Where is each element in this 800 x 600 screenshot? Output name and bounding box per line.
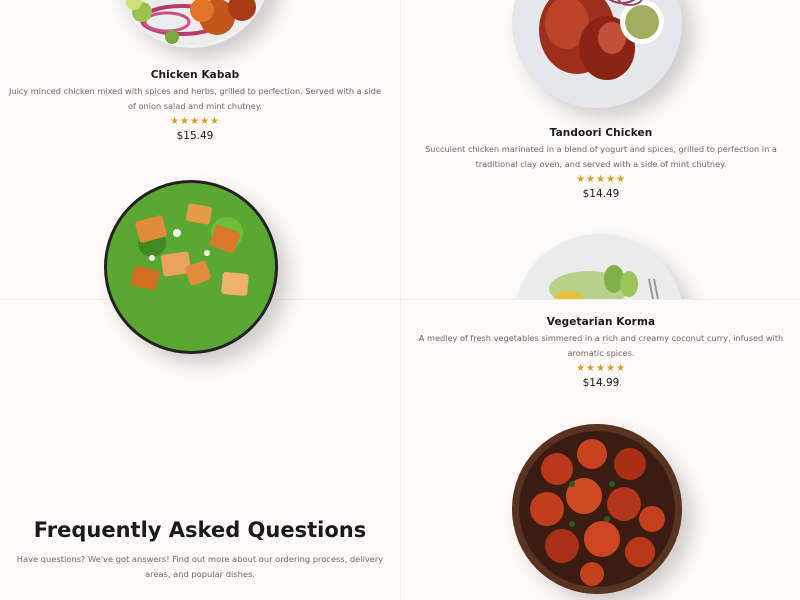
dish-price: $14.99 bbox=[582, 377, 620, 389]
vegetarian-korma-image bbox=[514, 234, 684, 299]
vegetarian-korma-art bbox=[516, 234, 682, 299]
chicken-65-image bbox=[512, 424, 682, 594]
chicken-kabab-image bbox=[112, 0, 272, 48]
faq-title: Frequently Asked Questions bbox=[33, 518, 367, 542]
dish-name: Vegetarian Korma bbox=[546, 316, 656, 328]
palak-paneer-art bbox=[107, 183, 275, 351]
rating-stars: ★★★★★ bbox=[170, 116, 220, 127]
menu-card-vegetarian-korma: Vegetarian Korma A medley of fresh veget… bbox=[418, 316, 784, 389]
rating-stars: ★★★★★ bbox=[576, 363, 626, 374]
dish-price: $15.49 bbox=[176, 130, 214, 142]
dish-description: A medley of fresh vegetables simmered in… bbox=[418, 333, 784, 358]
chicken-kabab-art bbox=[120, 0, 264, 45]
dish-description: Juicy minced chicken mixed with spices a… bbox=[8, 86, 382, 111]
korma-image-clip bbox=[400, 0, 800, 299]
palak-paneer-image bbox=[104, 180, 278, 354]
menu-card-chicken-kabab: Chicken Kabab Juicy minced chicken mixed… bbox=[8, 69, 382, 142]
dish-name: Chicken Kabab bbox=[150, 69, 240, 81]
faq-description: Have questions? We've got answers! Find … bbox=[16, 554, 384, 579]
chicken-65-art bbox=[512, 424, 682, 594]
